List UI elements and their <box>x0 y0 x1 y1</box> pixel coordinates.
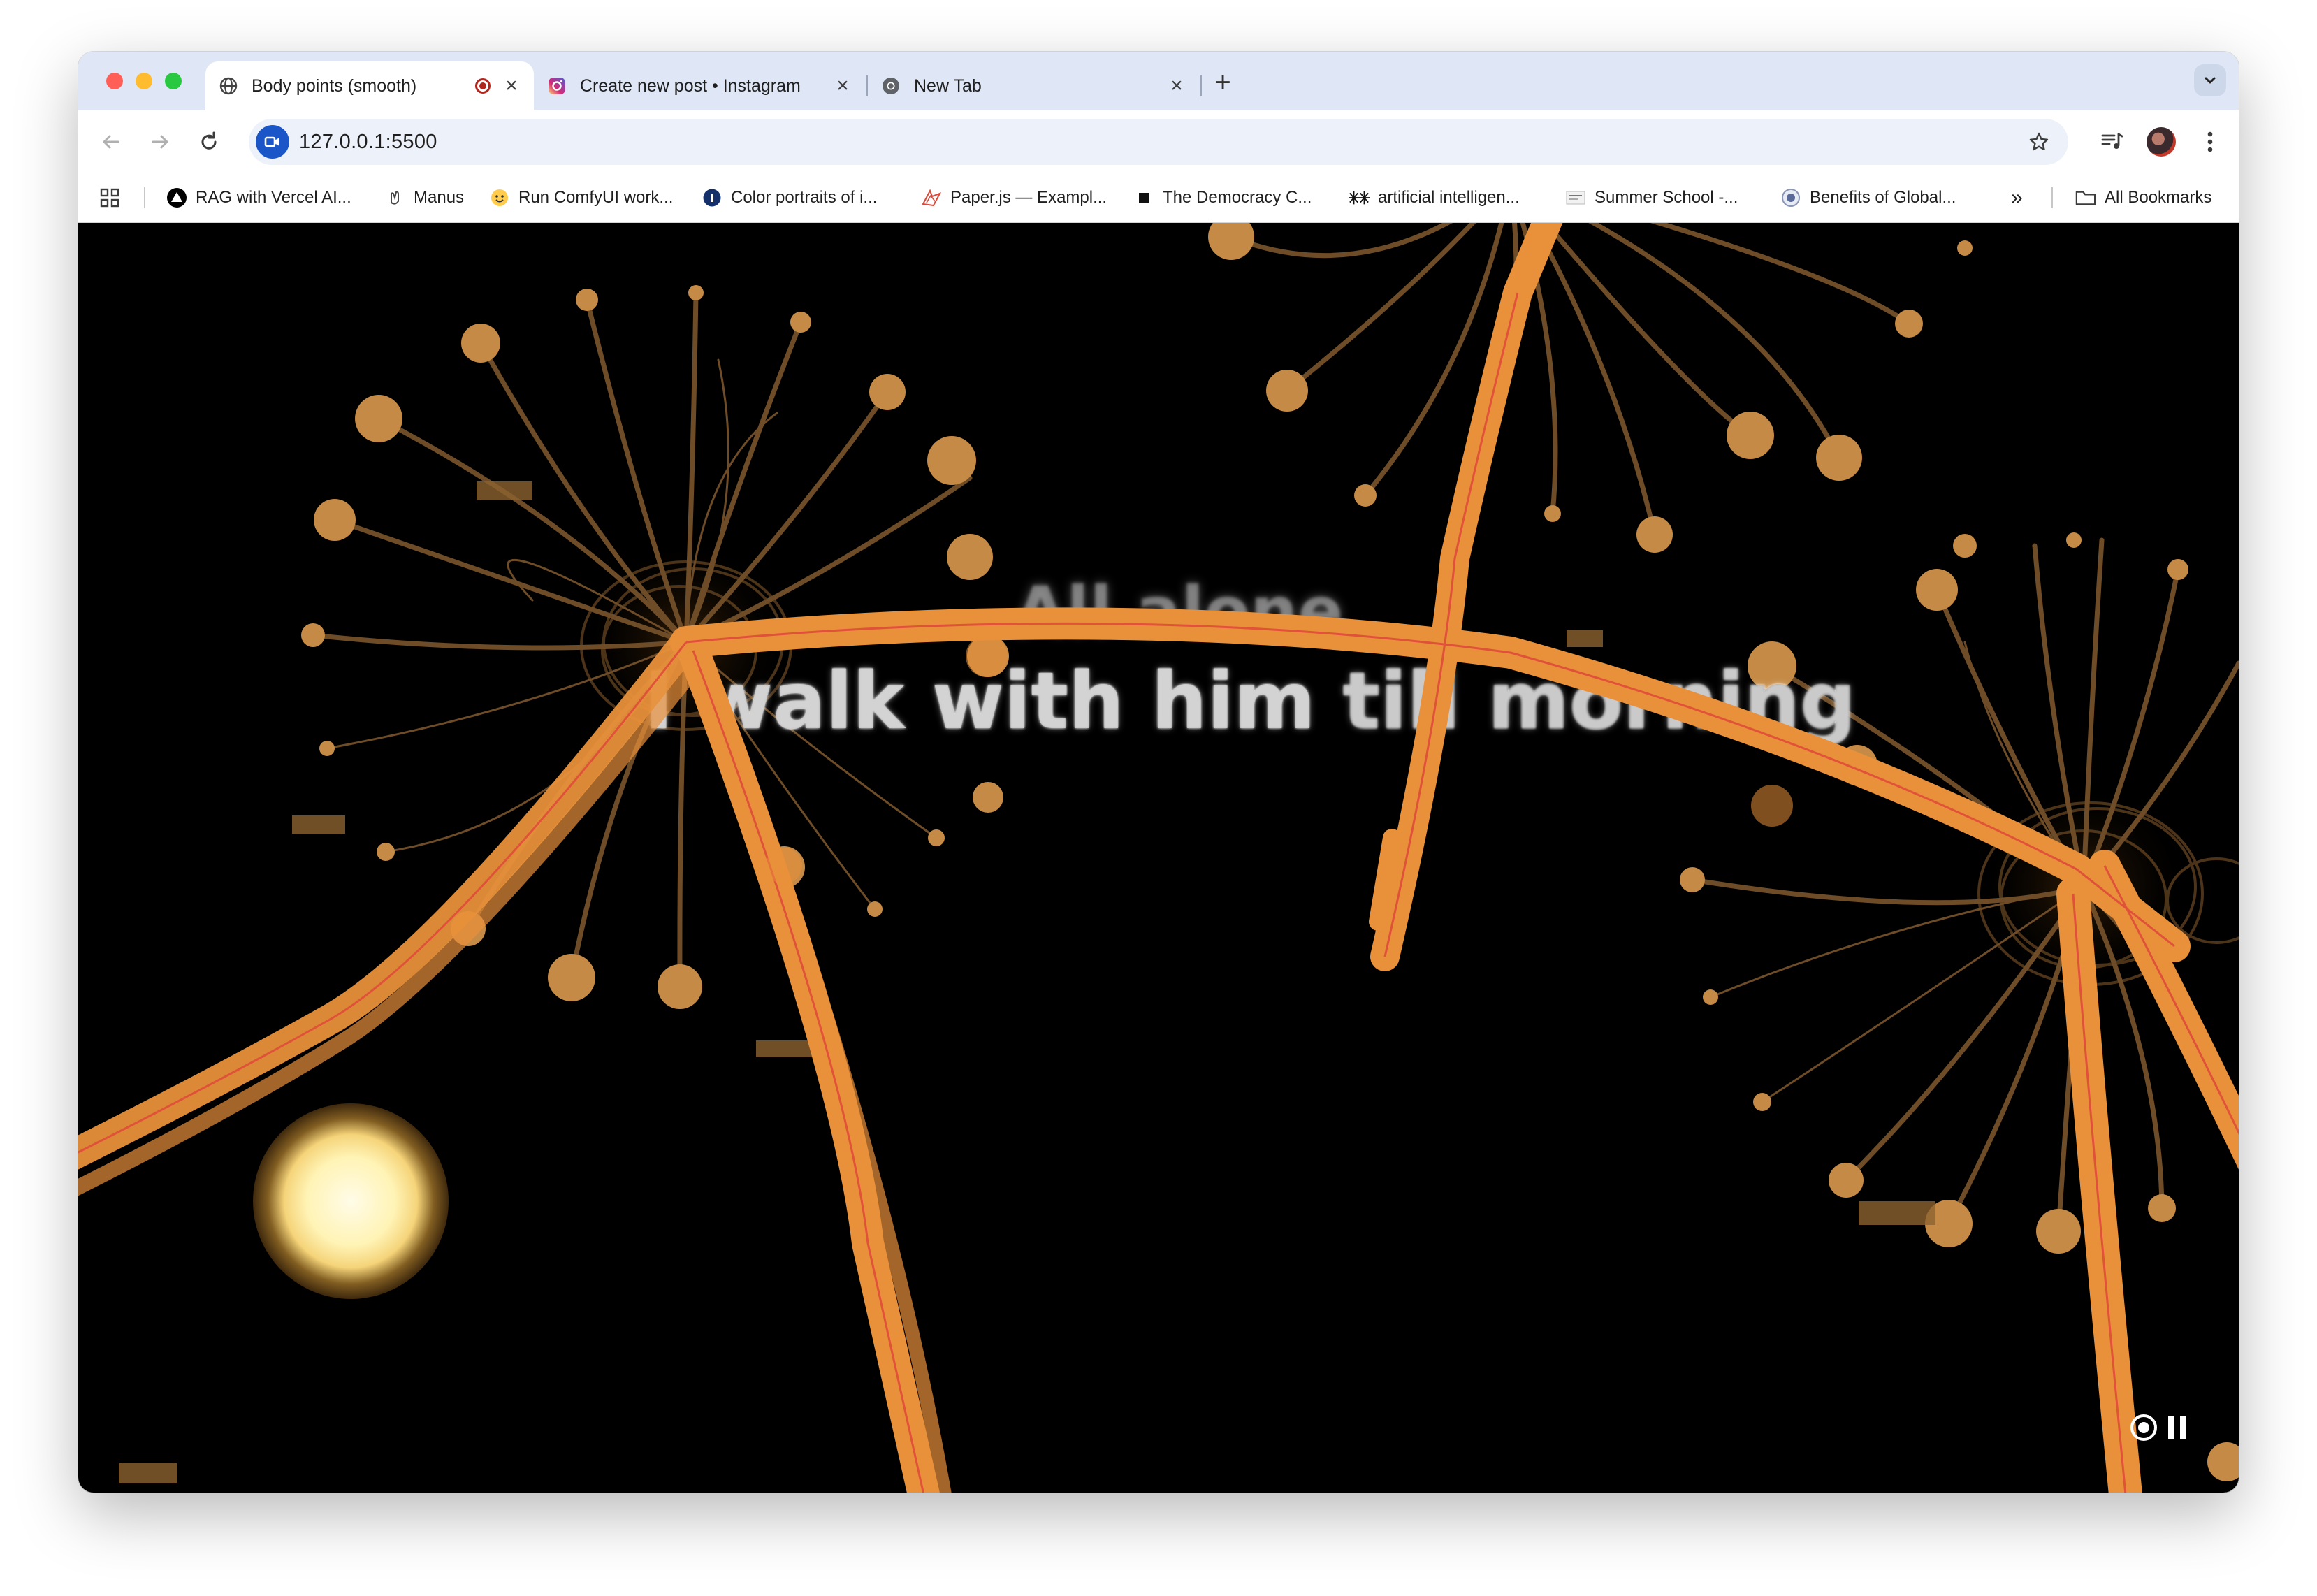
art-canvas[interactable]: All alone I walk with him till morning <box>78 223 2239 1493</box>
bookmark-summer-school[interactable]: Summer School -... <box>1565 183 1738 212</box>
vercel-icon <box>166 187 187 208</box>
tab-new-tab[interactable]: New Tab × <box>868 61 1199 110</box>
zoom-window-button[interactable] <box>165 73 182 89</box>
bookmarks-divider <box>144 187 145 208</box>
loc-icon <box>702 187 722 208</box>
close-tab-icon[interactable]: × <box>500 75 523 97</box>
bookmarks-bar: RAG with Vercel AI... Manus Run ComfyUI … <box>78 173 2239 223</box>
tab-instagram[interactable]: Create new post • Instagram × <box>534 61 865 110</box>
kebab-menu-icon <box>2207 131 2213 152</box>
joint-nodes <box>766 635 1793 884</box>
bookmarks-overflow-button[interactable]: » <box>2011 183 2023 212</box>
globe-icon <box>218 75 239 96</box>
reload-icon <box>201 131 217 150</box>
address-bar[interactable]: 127.0.0.1:5500 <box>249 119 2068 165</box>
chrome-icon <box>880 75 901 96</box>
hugging-face-icon <box>489 187 510 208</box>
body-skeleton <box>78 223 2239 1493</box>
tab-strip: Body points (smooth) × Create new post •… <box>78 52 2239 110</box>
tab-title: Create new post • Instagram <box>580 75 801 96</box>
close-window-button[interactable] <box>106 73 123 89</box>
arrow-left-icon <box>103 135 119 149</box>
tab-body-points[interactable]: Body points (smooth) × <box>205 61 534 110</box>
all-bookmarks-label: All Bookmarks <box>2105 188 2212 207</box>
playlist-music-icon <box>2101 133 2123 149</box>
camera-icon[interactable] <box>256 125 289 159</box>
bookmark-label: The Democracy C... <box>1163 188 1312 207</box>
manus-icon <box>384 187 405 208</box>
bookmark-label: Manus <box>414 188 465 207</box>
bookmark-star-icon[interactable] <box>2024 126 2054 157</box>
forward-button[interactable] <box>143 124 177 159</box>
apps-button[interactable] <box>99 183 120 212</box>
reload-button[interactable] <box>191 124 226 159</box>
sparkle-icon <box>1349 187 1370 208</box>
bookmark-artificial-intelligence[interactable]: artificial intelligen... <box>1349 183 1520 212</box>
recording-indicator-icon <box>475 78 491 94</box>
tab-title: New Tab <box>914 75 982 96</box>
pause-icon <box>2168 1416 2186 1439</box>
close-tab-icon[interactable]: × <box>1165 75 1188 97</box>
bookmark-label: Benefits of Global... <box>1810 188 1956 207</box>
body-strokes <box>78 223 2239 1493</box>
menu-button[interactable] <box>2193 124 2228 159</box>
bookmarks-divider <box>2051 187 2053 208</box>
close-tab-icon[interactable]: × <box>831 75 854 97</box>
bookmark-label: Paper.js — Exampl... <box>950 188 1107 207</box>
folder-icon <box>2075 187 2096 208</box>
bookmark-label: Summer School -... <box>1595 188 1738 207</box>
apps-grid-icon <box>100 188 119 208</box>
tab-title: Body points (smooth) <box>252 75 417 96</box>
all-bookmarks-button[interactable]: All Bookmarks <box>2075 183 2211 212</box>
browser-window: Body points (smooth) × Create new post •… <box>78 52 2239 1493</box>
bookmark-rag-vercel[interactable]: RAG with Vercel AI... <box>166 183 351 212</box>
minimize-window-button[interactable] <box>136 73 152 89</box>
seal-icon <box>1780 187 1801 208</box>
record-icon <box>2130 1414 2157 1441</box>
instagram-icon <box>546 75 567 96</box>
paperjs-icon <box>921 187 942 208</box>
chevron-down-icon <box>2205 77 2216 84</box>
record-button[interactable] <box>2127 1411 2160 1444</box>
tab-separator <box>1200 75 1202 96</box>
tab-search-button[interactable] <box>2194 64 2226 96</box>
profile-button[interactable] <box>2144 124 2179 159</box>
bookmark-color-portraits[interactable]: Color portraits of i... <box>702 183 877 212</box>
square-icon <box>1133 187 1154 208</box>
url-text: 127.0.0.1:5500 <box>299 131 437 153</box>
bookmark-comfyui[interactable]: Run ComfyUI work... <box>489 183 673 212</box>
bookmark-label: artificial intelligen... <box>1378 188 1520 207</box>
arrow-right-icon <box>152 135 168 149</box>
bookmark-benefits-global[interactable]: Benefits of Global... <box>1780 183 1956 212</box>
glowing-orb <box>253 1103 449 1299</box>
bookmark-label: Color portraits of i... <box>731 188 878 207</box>
new-tab-button[interactable]: + <box>1206 66 1240 99</box>
chevron-double-right-icon: » <box>2011 186 2023 209</box>
avatar <box>2147 127 2176 157</box>
bookmark-label: RAG with Vercel AI... <box>196 188 351 207</box>
body-accent-lines <box>78 292 2239 1493</box>
summer-school-icon <box>1565 187 1586 208</box>
bookmark-manus[interactable]: Manus <box>384 183 464 212</box>
back-button[interactable] <box>94 124 129 159</box>
bookmark-label: Run ComfyUI work... <box>518 188 674 207</box>
pause-button[interactable] <box>2160 1411 2194 1444</box>
toolbar: 127.0.0.1:5500 <box>78 110 2239 173</box>
bookmark-paperjs[interactable]: Paper.js — Exampl... <box>921 183 1107 212</box>
media-controls-button[interactable] <box>2095 124 2130 159</box>
bookmark-democracy[interactable]: The Democracy C... <box>1133 183 1312 212</box>
